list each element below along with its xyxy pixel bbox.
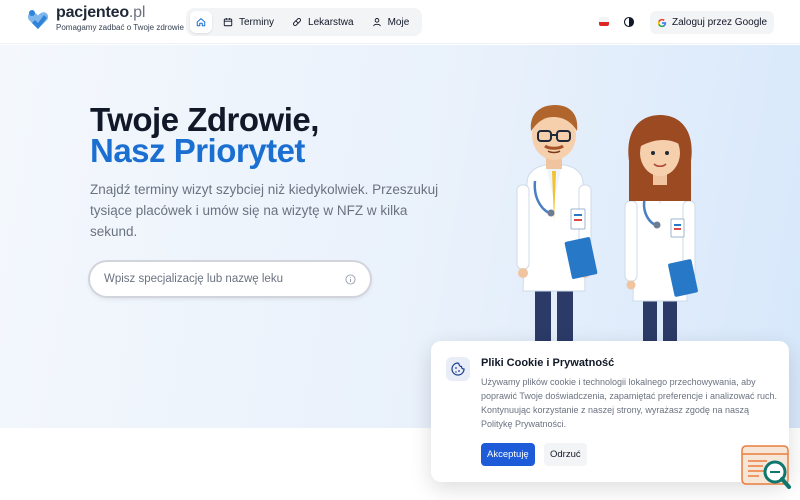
nav-moje-label: Moje	[387, 16, 410, 28]
google-icon	[657, 18, 667, 27]
nav-terminy[interactable]: Terminy	[214, 11, 283, 33]
cookie-text: Używamy plików cookie i technologii loka…	[481, 377, 777, 429]
main-nav: Terminy Lekarstwa Moje	[186, 8, 423, 36]
chat-search-widget-icon[interactable]	[741, 445, 791, 489]
brand-tagline: Pomagamy zadbać o Twoje zdrowie	[56, 23, 184, 32]
google-login-button[interactable]: Zaloguj przez Google	[650, 11, 775, 34]
reject-cookies-button[interactable]: Odrzuć	[544, 443, 587, 466]
site-header: pacjenteo.pl Pomagamy zadbać o Twoje zdr…	[0, 0, 800, 44]
user-icon	[372, 18, 381, 27]
nav-lekarstwa[interactable]: Lekarstwa	[283, 11, 363, 33]
cookie-title: Pliki Cookie i Prywatność	[481, 357, 615, 369]
nav-terminy-label: Terminy	[239, 16, 275, 28]
search-input[interactable]	[104, 273, 345, 285]
cookie-banner: Pliki Cookie i Prywatność Używamy plików…	[431, 341, 789, 482]
nav-lekarstwa-label: Lekarstwa	[308, 16, 354, 28]
nav-moje[interactable]: Moje	[363, 11, 419, 33]
cookie-icon	[446, 357, 470, 381]
calendar-icon	[223, 18, 233, 27]
accept-cookies-button[interactable]: Akceptuję	[481, 443, 535, 466]
google-login-label: Zaloguj przez Google	[672, 17, 768, 28]
home-icon	[196, 18, 206, 27]
brand-name: pacjenteo.pl	[56, 4, 146, 21]
pill-icon	[293, 17, 302, 27]
nav-home[interactable]	[190, 11, 212, 33]
hero-description: Znajdź terminy wizyt szybciej niż kiedyk…	[90, 182, 439, 239]
polish-flag-icon[interactable]	[599, 17, 609, 26]
info-icon[interactable]	[345, 273, 356, 285]
search-box[interactable]	[90, 262, 370, 296]
hero-title-highlight: Nasz Priorytet	[90, 132, 305, 169]
theme-toggle-icon[interactable]	[623, 16, 635, 28]
heart-logo-icon	[27, 10, 49, 29]
